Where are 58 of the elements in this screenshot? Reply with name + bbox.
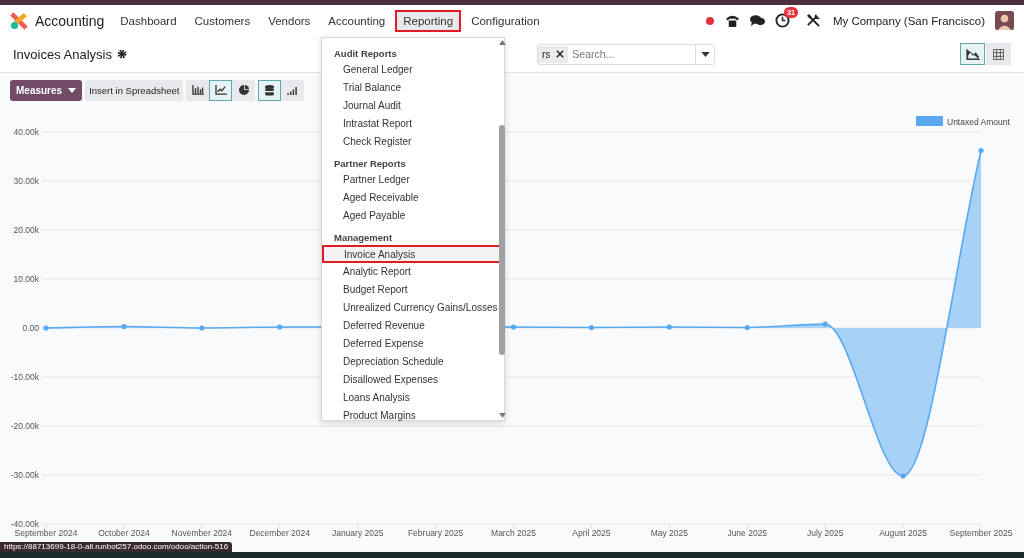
menu-item[interactable]: Customers — [186, 9, 259, 32]
dropdown-item[interactable]: Trial Balance — [322, 79, 499, 97]
company-switcher[interactable]: My Company (San Francisco) — [832, 14, 985, 27]
menu-item[interactable]: Dashboard — [112, 9, 185, 32]
y-axis-label: -40.00k — [10, 519, 39, 530]
dropdown-item[interactable]: Intrastat Report — [322, 115, 499, 133]
menu-item[interactable]: Reporting — [395, 9, 462, 32]
facet-label: rs — [542, 48, 551, 60]
dropdown-item[interactable]: Disallowed Expenses — [322, 371, 499, 389]
y-axis-label: 30.00k — [13, 176, 39, 187]
menu-item[interactable]: Configuration — [463, 9, 548, 32]
dropdown-item[interactable]: Budget Report — [322, 281, 499, 299]
y-axis-label: 0.00 — [22, 323, 39, 334]
measures-button[interactable]: Measures — [10, 79, 83, 101]
dropdown-item[interactable]: Aged Payable — [322, 207, 499, 225]
dropdown-item[interactable]: Journal Audit — [322, 97, 499, 115]
y-axis-label: 20.00k — [13, 225, 39, 236]
status-url-tooltip: https://88713699-18-0-all.runbot257.odoo.com/odoo/action-516 — [0, 542, 233, 552]
x-axis-label: January 2025 — [331, 528, 384, 539]
y-axis-label: -10.00k — [10, 372, 39, 383]
dropdown-item[interactable]: Depreciation Schedule — [322, 353, 499, 371]
y-axis-label: -30.00k — [10, 470, 39, 481]
x-axis-label: September 2024 — [14, 528, 78, 539]
search-field[interactable]: rs Search... — [537, 43, 715, 65]
x-axis-label: June 2025 — [727, 528, 768, 539]
dropdown-item[interactable]: Partner Ledger — [322, 171, 499, 189]
x-axis-label: September 2025 — [949, 528, 1013, 539]
y-axis-label: 10.00k — [13, 274, 39, 285]
y-axis-label: 40.00k — [13, 127, 39, 138]
x-axis-label: March 2025 — [491, 528, 536, 539]
filter-facet[interactable]: rs — [538, 45, 569, 63]
x-axis-label: February 2025 — [407, 528, 464, 539]
dropdown-item[interactable]: Aged Receivable — [322, 189, 499, 207]
page-title: Invoices Analysis — [13, 46, 112, 62]
dropdown-item[interactable]: Deferred Expense — [322, 335, 499, 353]
x-axis-label: October 2024 — [98, 528, 150, 539]
x-axis-label: August 2025 — [879, 528, 927, 539]
x-axis-label: April 2025 — [572, 528, 611, 539]
y-axis-label: -20.00k — [10, 421, 39, 432]
dropdown-item[interactable]: Unrealized Currency Gains/Losses — [322, 299, 499, 317]
app-name[interactable]: Accounting — [35, 12, 105, 29]
dropdown-item[interactable]: Loans Analysis — [322, 389, 499, 407]
legend-label: Untaxed Amount — [947, 117, 1010, 128]
dropdown-item[interactable]: Analytic Report — [322, 263, 499, 281]
menu-section-header: Audit Reports — [333, 47, 398, 61]
menu-item[interactable]: Vendors — [260, 9, 319, 32]
menu-section-header: Management — [333, 231, 394, 245]
menu-section-header: Partner Reports — [333, 157, 407, 171]
x-axis-label: November 2024 — [171, 528, 233, 539]
dropdown-item[interactable]: Product Margins — [322, 407, 499, 425]
insert-spreadsheet-button[interactable]: Insert in Spreadsheet — [85, 79, 184, 101]
dropdown-item[interactable]: Check Register — [322, 133, 499, 151]
x-axis-label: December 2024 — [249, 528, 310, 539]
dropdown-item[interactable]: Deferred Revenue — [322, 317, 499, 335]
menu-item[interactable]: Accounting — [320, 9, 394, 32]
dropdown-item[interactable]: General Ledger — [322, 61, 499, 79]
x-axis-label: May 2025 — [650, 528, 688, 539]
x-axis-label: July 2025 — [806, 528, 844, 539]
